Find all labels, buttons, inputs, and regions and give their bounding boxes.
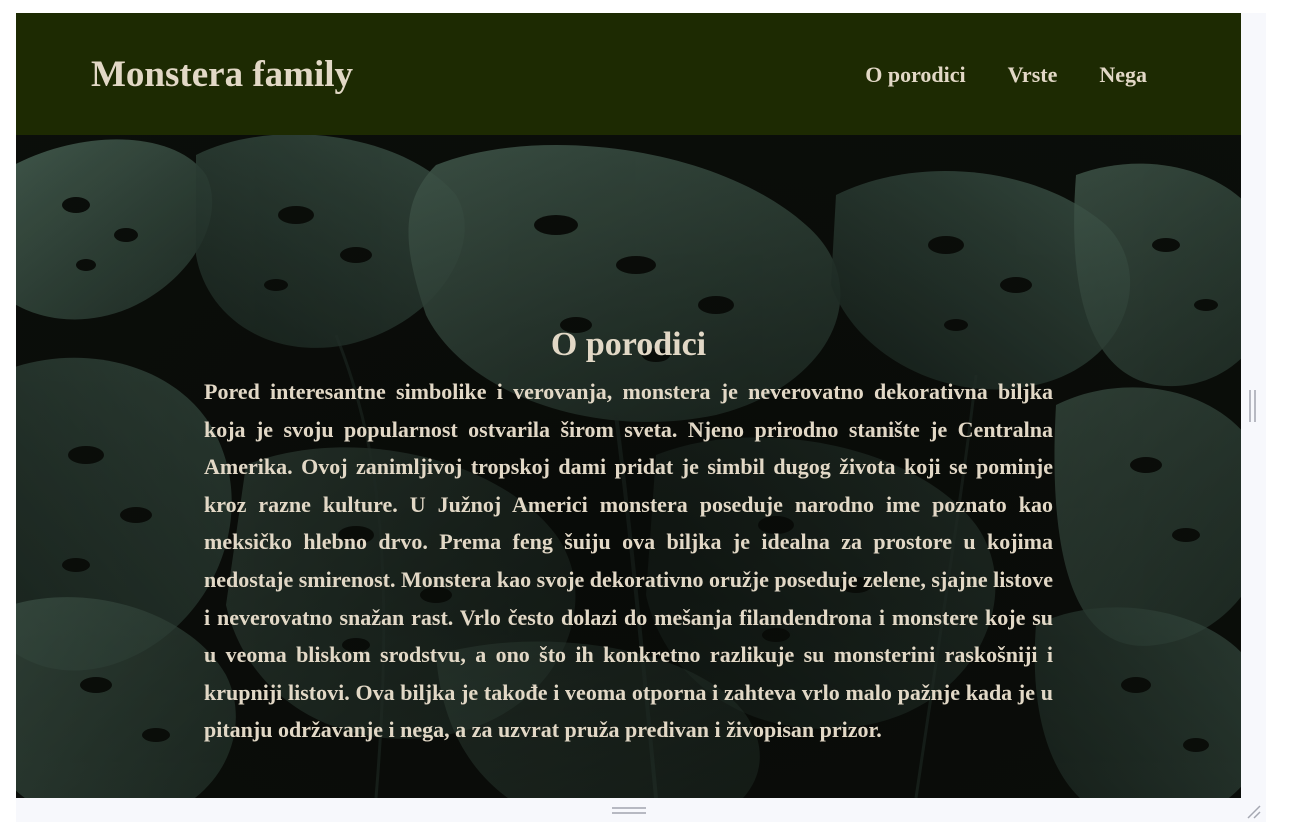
- nav-link-vrste[interactable]: Vrste: [1008, 61, 1058, 89]
- nav-link-o-porodici[interactable]: O porodici: [865, 61, 965, 89]
- hero-section: O porodici Pored interesantne simbolike …: [16, 135, 1241, 798]
- site-header: Monstera family O porodici Vrste Nega: [16, 13, 1241, 135]
- about-content: O porodici Pored interesantne simbolike …: [204, 323, 1053, 749]
- site-brand[interactable]: Monstera family: [91, 53, 353, 97]
- main-nav: O porodici Vrste Nega: [865, 61, 1147, 89]
- page: Monstera family O porodici Vrste Nega O …: [16, 13, 1241, 798]
- horizontal-scroll-handle-icon[interactable]: [612, 807, 646, 815]
- section-heading: O porodici: [550, 326, 707, 363]
- section-body-text: Pored interesantne simbolike i verovanja…: [204, 379, 1053, 743]
- resize-grip-icon[interactable]: [1244, 802, 1262, 820]
- vertical-scroll-handle-icon[interactable]: [1249, 390, 1257, 422]
- nav-link-nega[interactable]: Nega: [1099, 61, 1147, 89]
